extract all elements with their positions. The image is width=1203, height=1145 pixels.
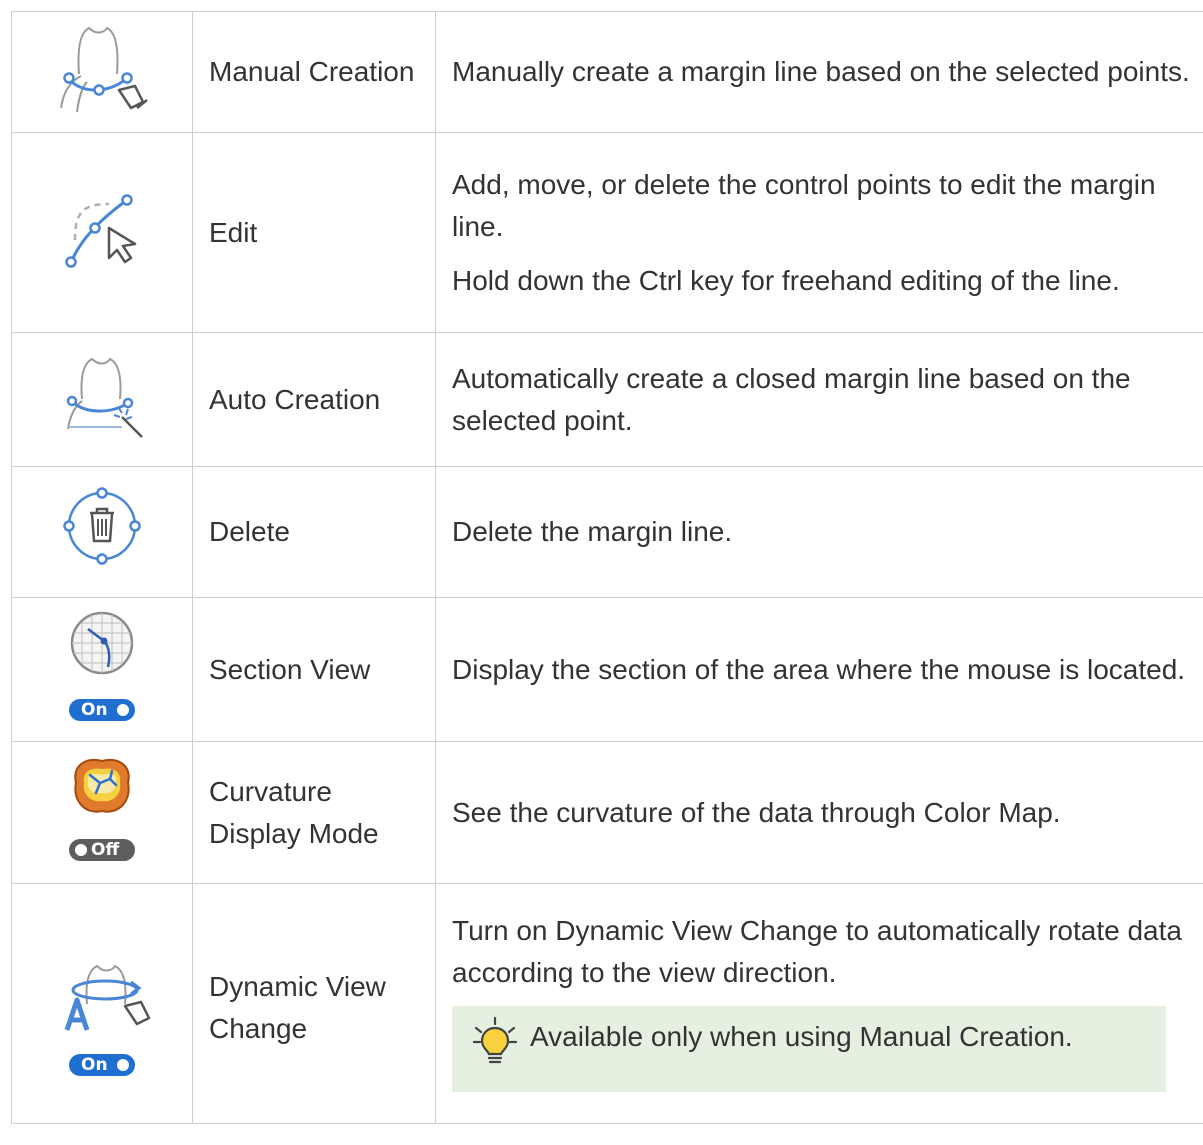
icon-cell (11, 11, 193, 133)
description-text: Add, move, or delete the control points … (452, 168, 1156, 242)
toggle-on-badge: On (69, 698, 135, 721)
auto-creation-icon (52, 349, 152, 439)
tool-description: Turn on Dynamic View Change to automatic… (435, 883, 1203, 1124)
description-text: Manually create a margin line based on t… (452, 56, 1190, 87)
tool-reference-table: Manual Creation Manually create a margin… (11, 11, 1203, 1124)
note-text: Available only when using Manual Creatio… (530, 1020, 1073, 1052)
table-row: On Section View Display the section of t… (11, 597, 1203, 742)
toggle-off-badge: Off (69, 838, 135, 861)
tool-name: Manual Creation (192, 11, 436, 133)
description-text: Automatically create a closed margin lin… (452, 362, 1131, 436)
dynamic-view-change-icon (47, 960, 157, 1034)
toggle-on-badge: On (69, 1053, 135, 1076)
icon-cell: On (11, 883, 193, 1124)
table-row: Manual Creation Manually create a margin… (11, 11, 1203, 133)
toggle-label: On (81, 1054, 108, 1075)
lightbulb-icon (472, 1016, 518, 1080)
description-text: Display the section of the area where th… (452, 653, 1186, 685)
toggle-knob (117, 703, 129, 716)
icon-cell: Off (11, 741, 193, 884)
tool-name: Edit (192, 132, 436, 333)
section-view-icon (66, 607, 138, 679)
toggle-label: On (81, 699, 108, 720)
description-text: See the curvature of the data through Co… (452, 796, 1061, 828)
tool-name: Curvature Display Mode (192, 741, 436, 884)
manual-creation-icon (47, 16, 157, 116)
delete-icon (57, 481, 147, 571)
description-text: Hold down the Ctrl key for freehand edit… (452, 264, 1120, 296)
tool-description: Automatically create a closed margin lin… (435, 332, 1203, 467)
table-row: Edit Add, move, or delete the control po… (11, 132, 1203, 333)
toggle-knob (117, 1058, 129, 1071)
curvature-display-icon (66, 753, 138, 819)
icon-cell (11, 332, 193, 467)
toggle-label: Off (91, 839, 120, 860)
table-row: Off Curvature Display Mode See the curva… (11, 741, 1203, 884)
description-text: Turn on Dynamic View Change to automatic… (452, 914, 1182, 988)
table-row: On Dynamic View Change Turn on Dynamic V… (11, 883, 1203, 1124)
tool-description: Manually create a margin line based on t… (435, 11, 1203, 133)
icon-cell: On (11, 597, 193, 742)
icon-cell (11, 466, 193, 598)
note-box: Available only when using Manual Creatio… (452, 1005, 1166, 1092)
tool-description: Add, move, or delete the control points … (435, 132, 1203, 333)
table-row: Auto Creation Automatically create a clo… (11, 332, 1203, 467)
toggle-knob (75, 843, 87, 856)
tool-name: Delete (192, 466, 436, 598)
table-row: Delete Delete the margin line. (11, 466, 1203, 598)
tool-name: Dynamic View Change (209, 970, 386, 1044)
tool-description: Display the section of the area where th… (435, 597, 1203, 742)
tool-description: See the curvature of the data through Co… (435, 741, 1203, 884)
tool-name-cell: Dynamic View Change (192, 883, 436, 1124)
icon-cell (11, 132, 193, 333)
description-text: Delete the margin line. (452, 516, 733, 547)
tool-name: Section View (192, 597, 436, 742)
tool-description: Delete the margin line. (435, 466, 1203, 598)
tool-name: Auto Creation (192, 332, 436, 467)
edit-icon (57, 182, 147, 272)
